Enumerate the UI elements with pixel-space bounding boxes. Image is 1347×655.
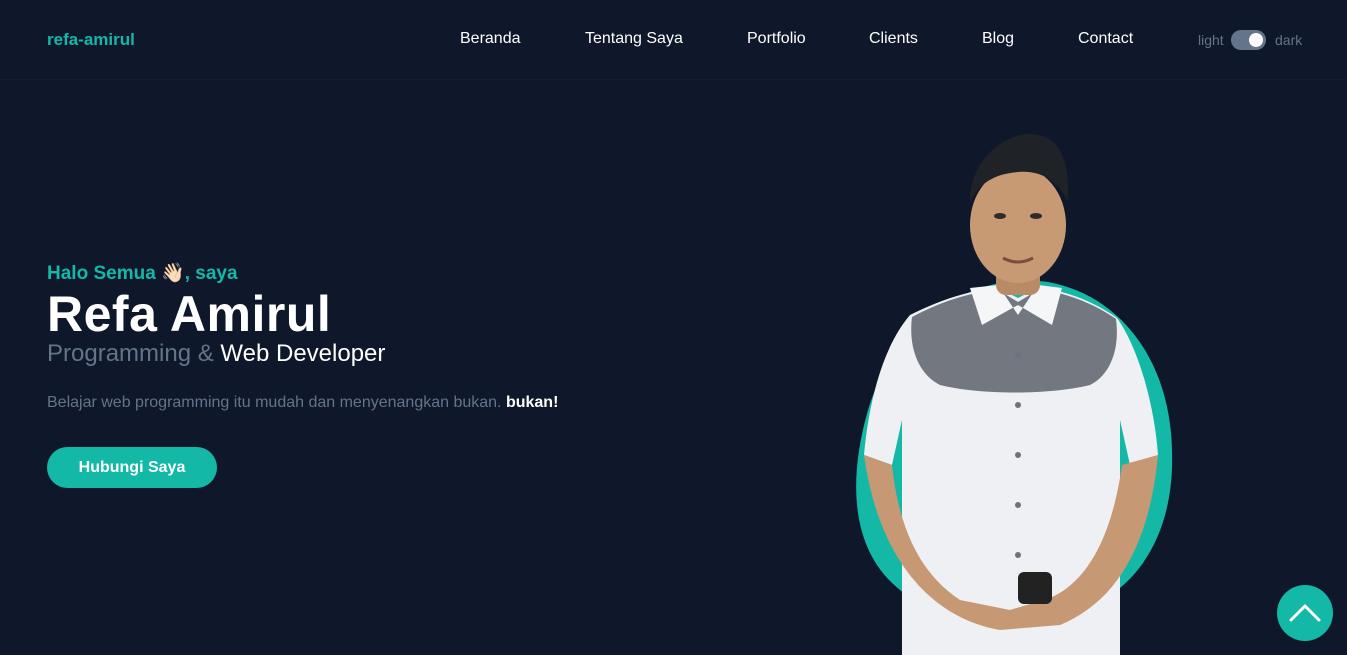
nav-clients[interactable]: Clients — [869, 30, 918, 48]
shirt-button-4 — [1015, 502, 1021, 508]
theme-switch-knob — [1249, 33, 1263, 47]
hubungi-saya-button[interactable]: Hubungi Saya — [47, 447, 217, 488]
navbar: refa-amirul Beranda Tentang Saya Portfol… — [0, 0, 1347, 80]
role-part-2: Web Developer — [220, 340, 386, 367]
shirt-button-1 — [1015, 352, 1021, 358]
shirt-button-2 — [1015, 402, 1021, 408]
hero-portrait — [820, 120, 1200, 655]
nav-contact[interactable]: Contact — [1078, 30, 1133, 48]
shirt-button-3 — [1015, 452, 1021, 458]
person-eye-left — [994, 213, 1006, 219]
person-eye-right — [1030, 213, 1042, 219]
brand-logo[interactable]: refa-amirul — [47, 30, 135, 50]
theme-toggle: light dark — [1198, 30, 1308, 50]
person-shirt-pattern — [911, 290, 1117, 393]
greeting-suffix: , saya — [184, 263, 238, 284]
hero-role: Programming & Web Developer — [47, 340, 385, 368]
shirt-button-5 — [1015, 552, 1021, 558]
description-text: Belajar web programming itu mudah dan me… — [47, 394, 502, 411]
wristwatch — [1018, 572, 1052, 604]
description-bold: bukan! — [505, 394, 559, 411]
nav-portfolio[interactable]: Portfolio — [747, 30, 806, 48]
chevron-up-icon — [1289, 604, 1321, 622]
waving-hand-icon: 👋🏻 — [161, 263, 185, 284]
scroll-to-top-button[interactable] — [1277, 585, 1333, 641]
hero-description: Belajar web programming itu mudah dan me… — [47, 394, 558, 412]
nav-blog[interactable]: Blog — [982, 30, 1014, 48]
person-portrait-icon — [856, 133, 1173, 655]
theme-dark-label: dark — [1275, 32, 1303, 48]
nav-tentang-saya[interactable]: Tentang Saya — [585, 30, 683, 48]
hero-greeting: Halo Semua 👋🏻, saya — [47, 261, 238, 285]
nav-beranda[interactable]: Beranda — [460, 30, 521, 48]
theme-switch[interactable] — [1231, 30, 1266, 50]
greeting-text: Halo Semua — [47, 263, 156, 284]
person-head — [970, 167, 1066, 283]
theme-light-label: light — [1198, 32, 1224, 48]
hero-name: Refa Amirul — [47, 286, 332, 342]
role-part-1: Programming & — [47, 340, 214, 367]
